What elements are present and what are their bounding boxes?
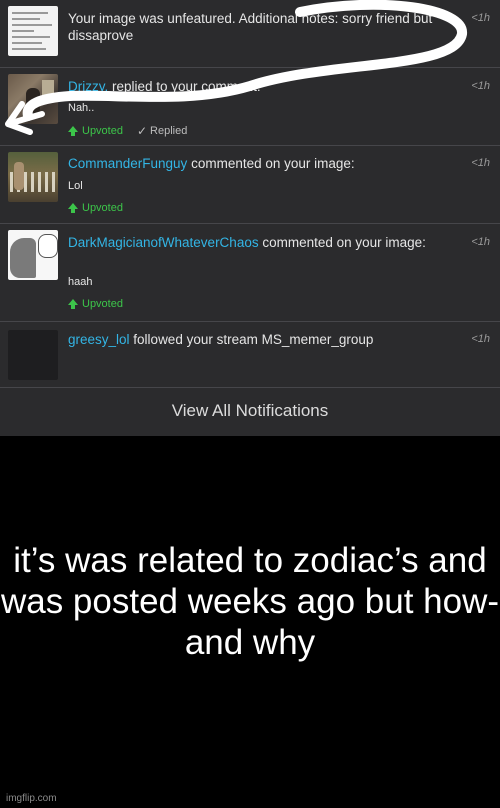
notification-item[interactable]: CommanderFunguy commented on your image:… [0, 146, 500, 224]
view-all-notifications-button[interactable]: View All Notifications [0, 388, 500, 434]
status-row: Upvoted [68, 298, 123, 310]
notification-item[interactable]: Drizzy. replied to your comment: Nah.. U… [0, 68, 500, 146]
timestamp: <1h [471, 236, 490, 248]
document-thumbnail[interactable] [8, 6, 58, 56]
notification-text: greesy_lol followed your stream MS_memer… [68, 332, 374, 347]
blank-avatar[interactable] [8, 330, 58, 380]
notification-text: Drizzy. replied to your comment: [68, 79, 261, 94]
upvoted-label: Upvoted [82, 298, 123, 310]
notifications-panel: Your image was unfeatured. Additional no… [0, 0, 500, 436]
notification-text: CommanderFunguy commented on your image: [68, 156, 355, 171]
notification-text: DarkMagicianofWhateverChaos commented on… [68, 235, 426, 250]
notification-text: Your image was unfeatured. Additional no… [68, 11, 433, 43]
notification-item[interactable]: Your image was unfeatured. Additional no… [0, 0, 500, 68]
username-link[interactable]: greesy_lol [68, 332, 130, 347]
checkmark-icon: ✓ [136, 124, 148, 138]
watermark: imgflip.com [6, 793, 57, 804]
timestamp: <1h [471, 80, 490, 92]
caption-text: it’s was related to zodiac’s and was pos… [0, 541, 500, 662]
garden-photo-thumbnail[interactable] [8, 152, 58, 202]
notification-item[interactable]: greesy_lol followed your stream MS_memer… [0, 322, 500, 388]
upvote-arrow-icon [68, 203, 78, 213]
comment-text: Lol [68, 180, 83, 192]
room-photo-thumbnail[interactable] [8, 74, 58, 124]
status-row: Upvoted ✓ Replied [68, 124, 187, 138]
timestamp: <1h [471, 333, 490, 345]
notification-item[interactable]: DarkMagicianofWhateverChaos commented on… [0, 224, 500, 322]
timestamp: <1h [471, 157, 490, 169]
username-link[interactable]: CommanderFunguy [68, 156, 187, 171]
status-row: Upvoted [68, 202, 123, 214]
upvoted-label: Upvoted [82, 202, 123, 214]
upvote-arrow-icon [68, 126, 78, 136]
manga-thumbnail[interactable] [8, 230, 58, 280]
username-link[interactable]: Drizzy. [68, 79, 108, 94]
comment-text: Nah.. [68, 102, 95, 114]
timestamp: <1h [471, 12, 490, 24]
replied-label: Replied [150, 125, 188, 137]
username-link[interactable]: DarkMagicianofWhateverChaos [68, 235, 259, 250]
comment-text: haah [68, 276, 93, 288]
upvote-arrow-icon [68, 299, 78, 309]
upvoted-label: Upvoted [82, 125, 123, 137]
